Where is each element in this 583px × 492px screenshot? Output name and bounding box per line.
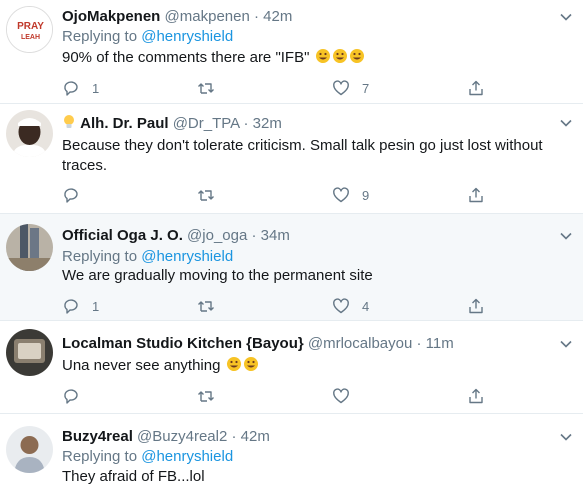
- tweet-text: 90% of the comments there are "IFB": [62, 49, 310, 66]
- rolling-laughing-emoji-icon: [226, 357, 241, 371]
- reply-icon: [64, 299, 78, 314]
- like-button[interactable]: 4: [332, 296, 369, 316]
- like-count: 9: [362, 187, 370, 203]
- share-button[interactable]: [467, 386, 485, 406]
- like-button[interactable]: 7: [332, 78, 369, 98]
- avatar[interactable]: [6, 224, 53, 271]
- retweet-icon: [198, 190, 214, 201]
- heart-icon: [333, 187, 349, 203]
- reply-count: 1: [92, 298, 100, 314]
- author-name[interactable]: Buzy4real: [62, 428, 133, 445]
- author-name[interactable]: Official Oga J. O.: [62, 227, 183, 244]
- reply-button[interactable]: 1: [62, 78, 99, 98]
- avatar[interactable]: [6, 329, 53, 376]
- retweet-icon: [198, 301, 214, 312]
- share-button[interactable]: [467, 78, 485, 98]
- chevron-down-icon[interactable]: [559, 116, 573, 130]
- tweet-text: We are gradually moving to the permanent…: [62, 267, 373, 284]
- tweet-time[interactable]: · 32m: [244, 115, 282, 132]
- share-button[interactable]: [467, 296, 485, 316]
- replying-to-label: Replying to: [62, 448, 138, 465]
- reply-icon: [64, 389, 78, 404]
- tweet-time[interactable]: · 11m: [416, 335, 453, 352]
- replying-to: Replying to @henryshield: [62, 448, 233, 465]
- share-icon: [469, 388, 483, 404]
- replying-to: Replying to @henryshield: [62, 28, 233, 45]
- author-handle[interactable]: @makpenen: [165, 8, 250, 25]
- like-button[interactable]: [332, 386, 362, 406]
- retweet-icon: [198, 83, 214, 94]
- avatar[interactable]: PRAY LEAH: [6, 6, 53, 53]
- tweet-item[interactable]: Alh. Dr. Paul @Dr_TPA · 32m Because they…: [0, 104, 583, 214]
- like-count: 7: [362, 80, 370, 96]
- reply-icon: [64, 81, 78, 96]
- avatar[interactable]: [6, 426, 53, 473]
- author-handle[interactable]: @Dr_TPA: [173, 115, 240, 132]
- rolling-laughing-emoji-icon: [332, 49, 347, 63]
- replying-to-handle[interactable]: @henryshield: [141, 28, 233, 45]
- replying-to-handle[interactable]: @henryshield: [141, 448, 233, 465]
- replying-to-label: Replying to: [62, 28, 138, 45]
- replying-to-label: Replying to: [62, 248, 138, 265]
- share-icon: [469, 187, 483, 203]
- lightbulb-icon: [64, 115, 74, 128]
- svg-text:PRAY: PRAY: [17, 21, 44, 32]
- like-count: 4: [362, 298, 370, 314]
- tweet-item[interactable]: Buzy4real @Buzy4real2 · 42m Replying to …: [0, 414, 583, 492]
- replying-to-handle[interactable]: @henryshield: [141, 248, 233, 265]
- chevron-down-icon[interactable]: [559, 430, 573, 444]
- tweet-time[interactable]: · 42m: [232, 428, 270, 445]
- avatar[interactable]: [6, 110, 53, 157]
- reply-button[interactable]: [62, 386, 92, 406]
- tweet-item[interactable]: Localman Studio Kitchen {Bayou} @mrlocal…: [0, 321, 583, 414]
- reply-count: 1: [92, 80, 100, 96]
- tweet-item[interactable]: Official Oga J. O. @jo_oga · 34m Replyin…: [0, 214, 583, 321]
- author-handle[interactable]: @jo_oga: [187, 227, 247, 244]
- heart-icon: [333, 388, 349, 404]
- reply-icon: [64, 188, 78, 203]
- reply-button[interactable]: [62, 185, 92, 205]
- retweet-icon: [198, 391, 214, 402]
- author-name[interactable]: OjoMakpenen: [62, 8, 160, 25]
- author-handle[interactable]: @mrlocalbayou: [308, 335, 412, 352]
- rolling-laughing-emoji-icon: [349, 49, 364, 63]
- share-button[interactable]: [467, 185, 485, 205]
- replying-to: Replying to @henryshield: [62, 248, 233, 265]
- chevron-down-icon[interactable]: [559, 10, 573, 24]
- chevron-down-icon[interactable]: [559, 337, 573, 351]
- retweet-button[interactable]: [197, 185, 227, 205]
- tweet-text: Una never see anything: [62, 357, 221, 374]
- heart-icon: [333, 298, 349, 314]
- author-name[interactable]: Localman Studio Kitchen {Bayou}: [62, 335, 304, 352]
- retweet-button[interactable]: [197, 78, 227, 98]
- rolling-laughing-emoji-icon: [315, 49, 330, 63]
- author-name[interactable]: Alh. Dr. Paul: [80, 115, 168, 132]
- rolling-laughing-emoji-icon: [243, 357, 258, 371]
- retweet-button[interactable]: [197, 296, 227, 316]
- like-button[interactable]: 9: [332, 185, 369, 205]
- tweet-item[interactable]: PRAY LEAH OjoMakpenen @makpenen · 42m Re…: [0, 0, 583, 104]
- reply-button[interactable]: 1: [62, 296, 99, 316]
- heart-icon: [333, 80, 349, 96]
- tweet-text: They afraid of FB...lol: [62, 468, 205, 485]
- chevron-down-icon[interactable]: [559, 229, 573, 243]
- share-icon: [469, 298, 483, 314]
- tweet-time[interactable]: · 34m: [252, 227, 290, 244]
- author-handle[interactable]: @Buzy4real2: [137, 428, 227, 445]
- svg-text:LEAH: LEAH: [21, 34, 40, 41]
- tweet-text: Because they don't tolerate criticism. S…: [62, 137, 543, 174]
- tweet-time[interactable]: · 42m: [254, 8, 292, 25]
- share-icon: [469, 80, 483, 96]
- retweet-button[interactable]: [197, 386, 227, 406]
